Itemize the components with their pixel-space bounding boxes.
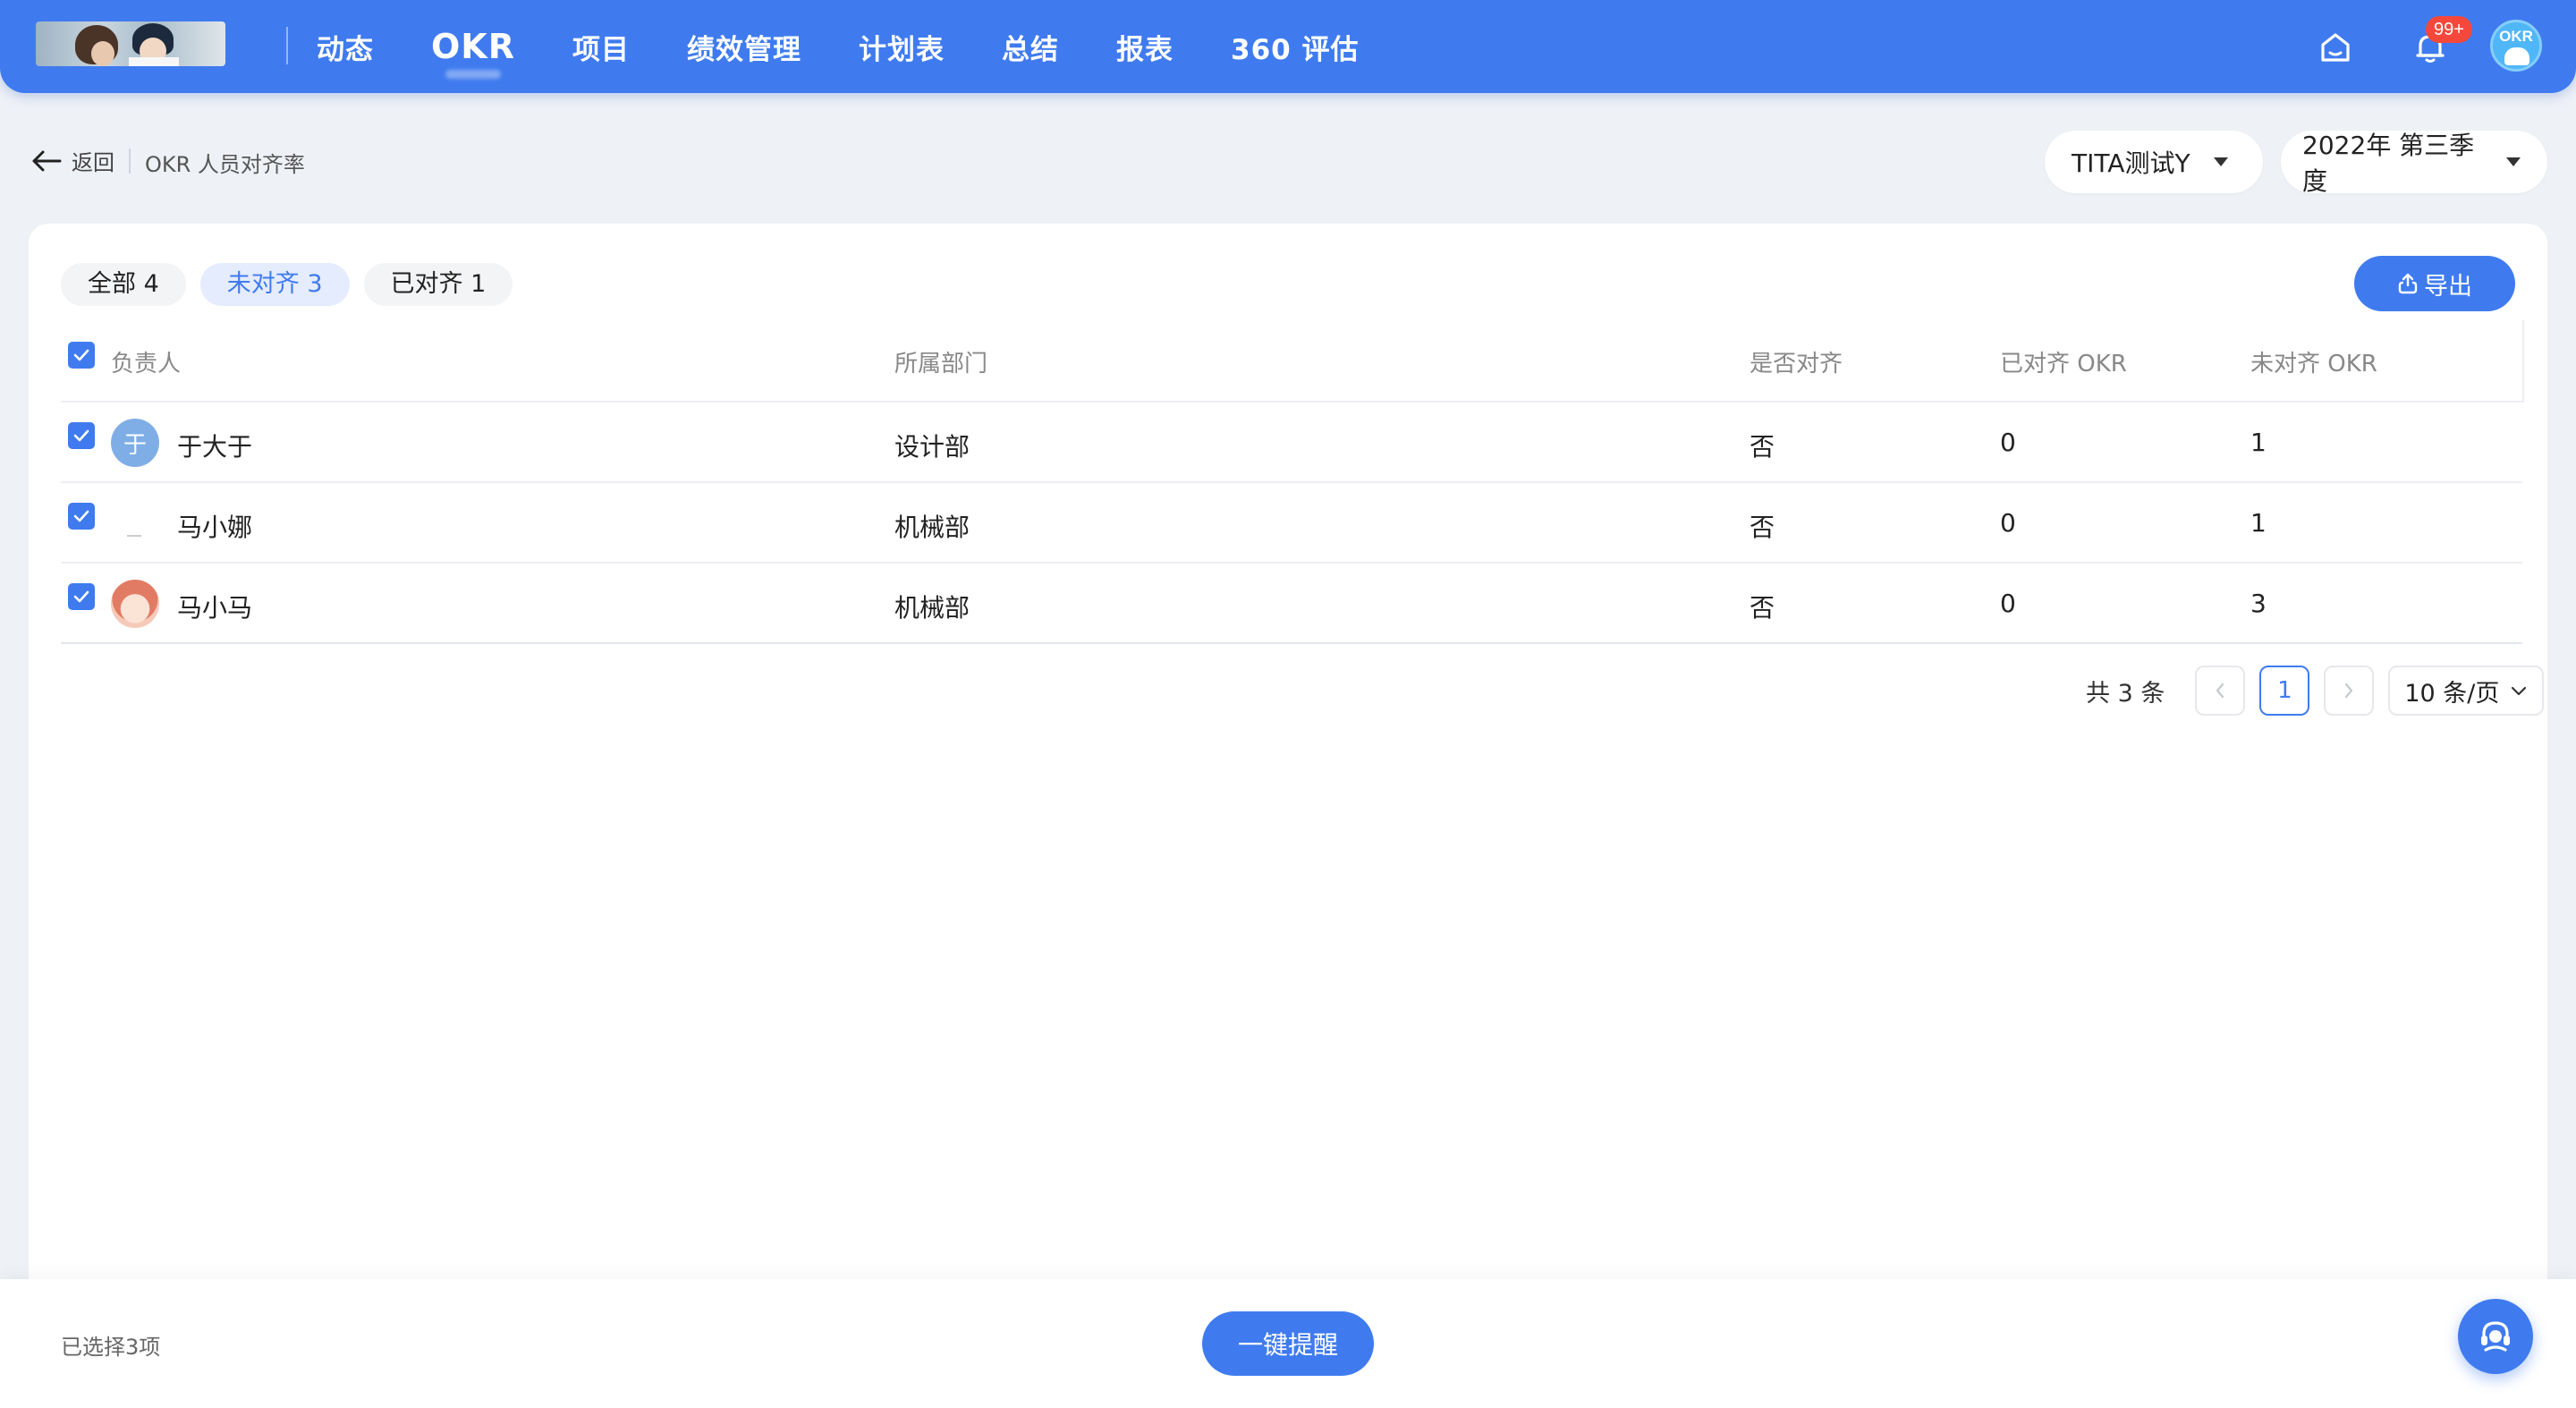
nav-item-summary[interactable]: 总结 <box>1002 27 1059 67</box>
tab-aligned[interactable]: 已对齐 1 <box>363 263 513 306</box>
is-aligned: 否 <box>1750 513 1775 542</box>
column-department: 所属部门 <box>894 351 988 377</box>
prev-page-button[interactable] <box>2195 666 2246 716</box>
owner-name: 马小马 <box>177 593 253 623</box>
caret-down-icon <box>2213 157 2228 166</box>
table-row[interactable]: 于 于大于 设计部 否 0 1 <box>61 403 2522 483</box>
nav-item-360-review[interactable]: 360 评估 <box>1231 27 1360 67</box>
department: 机械部 <box>894 593 970 623</box>
org-select[interactable]: TITA测试Y <box>2045 131 2263 193</box>
unaligned-okr-count: 3 <box>2250 589 2267 618</box>
table-row[interactable]: 马小娜 机械部 否 0 1 <box>61 483 2522 564</box>
notification-badge: 99+ <box>2426 16 2472 43</box>
avatar <box>111 499 159 547</box>
column-aligned-okr: 已对齐 OKR <box>2000 351 2127 377</box>
filter-tabs: 全部 4 未对齐 3 已对齐 1 <box>61 263 527 306</box>
row-checkbox[interactable] <box>68 422 95 449</box>
user-avatar[interactable]: OKR <box>2490 20 2542 72</box>
table-row[interactable]: 马小马 机械部 否 0 3 <box>61 564 2522 644</box>
period-select-value: 2022年 第三季度 <box>2302 131 2475 196</box>
remind-all-button[interactable]: 一键提醒 <box>1202 1311 1374 1376</box>
aligned-okr-count: 0 <box>2000 589 2016 618</box>
back-label: 返回 <box>72 150 114 175</box>
tab-all[interactable]: 全部 4 <box>61 263 186 306</box>
top-navigation-bar: 动态 OKR 项目 绩效管理 计划表 总结 报表 360 评估 99+ OKR <box>0 0 2576 93</box>
select-all-checkbox[interactable] <box>68 342 95 369</box>
org-select-value: TITA测试Y <box>2072 148 2190 178</box>
aligned-okr-count: 0 <box>2000 508 2016 538</box>
back-button[interactable]: 返回 <box>30 145 114 176</box>
caret-down-icon <box>2506 157 2521 166</box>
nav-item-performance[interactable]: 绩效管理 <box>687 27 801 67</box>
chevron-down-icon <box>2512 686 2527 696</box>
is-aligned: 否 <box>1750 432 1775 462</box>
alignment-table: 负责人 所属部门 是否对齐 已对齐 OKR 未对齐 OKR 于 于大于 设计部 … <box>61 320 2524 644</box>
column-is-aligned: 是否对齐 <box>1750 351 1843 377</box>
alignment-card: 全部 4 未对齐 3 已对齐 1 导出 负责人 所属部门 是否对齐 已对齐 OK… <box>29 224 2547 1297</box>
unaligned-okr-count: 1 <box>2250 508 2267 538</box>
page-size-select[interactable]: 10 条/页 <box>2388 666 2545 716</box>
column-unaligned-okr: 未对齐 OKR <box>2250 351 2377 377</box>
row-checkbox[interactable] <box>68 583 95 610</box>
owner-name: 于大于 <box>177 432 253 462</box>
department: 设计部 <box>894 432 970 462</box>
user-avatar-label: OKR <box>2499 28 2533 45</box>
total-count: 共 3 条 <box>2086 679 2165 708</box>
chevron-right-icon <box>2345 683 2353 699</box>
arrow-left-icon <box>32 150 62 171</box>
period-select[interactable]: 2022年 第三季度 <box>2281 131 2547 196</box>
main-nav: 动态 OKR 项目 绩效管理 计划表 总结 报表 360 评估 <box>317 0 1417 93</box>
nav-item-plans[interactable]: 计划表 <box>859 27 945 67</box>
chevron-left-icon <box>2216 683 2224 699</box>
nav-item-feed[interactable]: 动态 <box>317 27 374 67</box>
nav-divider <box>286 27 288 64</box>
avatar: 于 <box>111 419 159 467</box>
nav-item-reports[interactable]: 报表 <box>1116 27 1174 67</box>
nav-item-projects[interactable]: 项目 <box>572 27 630 67</box>
page-button-current[interactable]: 1 <box>2259 666 2310 716</box>
aligned-okr-count: 0 <box>2000 428 2016 457</box>
avatar <box>111 580 159 628</box>
owner-name: 马小娜 <box>177 513 253 542</box>
headset-icon <box>2481 1321 2510 1352</box>
pagination: 共 3 条 1 10 条/页 <box>2086 666 2545 716</box>
check-icon <box>73 510 89 522</box>
column-owner: 负责人 <box>111 351 182 377</box>
is-aligned: 否 <box>1750 593 1775 623</box>
unaligned-okr-count: 1 <box>2250 428 2267 457</box>
page-size-value: 10 条/页 <box>2404 679 2500 708</box>
breadcrumb: OKR 人员对齐率 <box>145 152 305 177</box>
department: 机械部 <box>894 513 970 542</box>
selected-count: 已选择3项 <box>61 1335 161 1360</box>
tab-unaligned[interactable]: 未对齐 3 <box>199 263 350 306</box>
nav-item-okr[interactable]: OKR <box>431 27 515 66</box>
bulk-action-bar: 已选择3项 一键提醒 <box>0 1279 2576 1408</box>
export-button[interactable]: 导出 <box>2354 256 2515 311</box>
table-header: 负责人 所属部门 是否对齐 已对齐 OKR 未对齐 OKR <box>61 320 2524 403</box>
next-page-button[interactable] <box>2324 666 2375 716</box>
customer-service-button[interactable] <box>2458 1299 2533 1374</box>
company-logo[interactable] <box>36 21 225 66</box>
check-icon <box>73 349 89 361</box>
export-label: 导出 <box>2424 272 2472 301</box>
check-icon <box>73 429 89 442</box>
export-icon <box>2398 273 2418 294</box>
breadcrumb-divider <box>129 148 131 174</box>
check-icon <box>73 590 89 603</box>
row-checkbox[interactable] <box>68 503 95 530</box>
home-icon[interactable] <box>2315 27 2356 68</box>
